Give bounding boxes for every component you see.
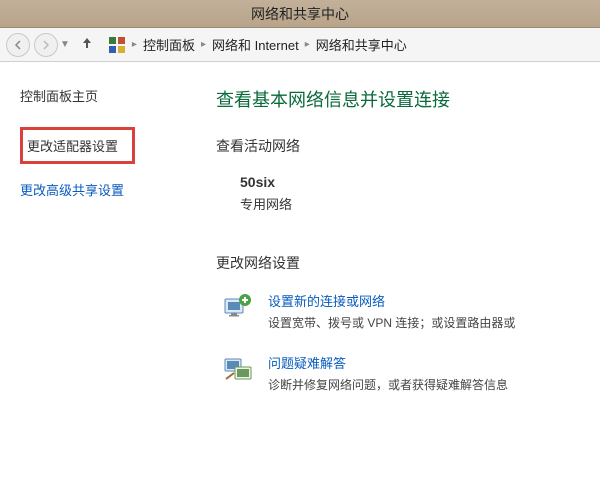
troubleshoot-icon <box>222 353 254 385</box>
window-title: 网络和共享中心 <box>251 4 349 24</box>
chevron-right-icon: ▸ <box>305 39 310 50</box>
sidebar-heading[interactable]: 控制面板主页 <box>20 86 190 105</box>
forward-button[interactable] <box>34 33 58 57</box>
chevron-right-icon: ▸ <box>201 39 206 50</box>
sidebar: 控制面板主页 更改适配器设置 更改高级共享设置 <box>0 62 200 500</box>
breadcrumb-item[interactable]: 控制面板 <box>143 35 195 54</box>
up-button[interactable] <box>78 36 96 53</box>
active-network-block: 50six 专用网络 <box>240 174 600 213</box>
content-area: 控制面板主页 更改适配器设置 更改高级共享设置 查看基本网络信息并设置连接 查看… <box>0 62 600 500</box>
page-title: 查看基本网络信息并设置连接 <box>216 86 600 112</box>
history-dropdown-icon[interactable]: ▼ <box>60 39 70 50</box>
sidebar-link-adapter-settings[interactable]: 更改适配器设置 <box>20 127 135 164</box>
network-name: 50six <box>240 174 600 190</box>
control-panel-icon <box>108 36 126 54</box>
setting-link-new-connection[interactable]: 设置新的连接或网络 <box>268 291 515 310</box>
sidebar-link-advanced-sharing[interactable]: 更改高级共享设置 <box>20 180 190 199</box>
setting-link-troubleshoot[interactable]: 问题疑难解答 <box>268 353 508 372</box>
chevron-right-icon: ▸ <box>132 39 137 50</box>
new-connection-icon <box>222 291 254 323</box>
sidebar-link-label: 更改适配器设置 <box>27 139 118 154</box>
setting-desc: 诊断并修复网络问题，或者获得疑难解答信息 <box>268 376 508 393</box>
setting-text: 问题疑难解答 诊断并修复网络问题，或者获得疑难解答信息 <box>268 353 508 393</box>
setting-row-new-connection: 设置新的连接或网络 设置宽带、拨号或 VPN 连接；或设置路由器或 <box>222 291 600 331</box>
setting-row-troubleshoot: 问题疑难解答 诊断并修复网络问题，或者获得疑难解答信息 <box>222 353 600 393</box>
active-networks-heading: 查看活动网络 <box>216 136 600 156</box>
sidebar-link-label: 更改高级共享设置 <box>20 183 124 198</box>
breadcrumb-item[interactable]: 网络和共享中心 <box>316 35 407 54</box>
breadcrumb-item[interactable]: 网络和 Internet <box>212 35 299 54</box>
network-type: 专用网络 <box>240 194 600 213</box>
main-panel: 查看基本网络信息并设置连接 查看活动网络 50six 专用网络 更改网络设置 设… <box>200 62 600 500</box>
setting-desc: 设置宽带、拨号或 VPN 连接；或设置路由器或 <box>268 314 515 331</box>
navigation-bar: ▼ ▸ 控制面板 ▸ 网络和 Internet ▸ 网络和共享中心 <box>0 28 600 62</box>
change-settings-heading: 更改网络设置 <box>216 253 600 273</box>
window-title-bar: 网络和共享中心 <box>0 0 600 28</box>
back-button[interactable] <box>6 33 30 57</box>
setting-text: 设置新的连接或网络 设置宽带、拨号或 VPN 连接；或设置路由器或 <box>268 291 515 331</box>
breadcrumb[interactable]: ▸ 控制面板 ▸ 网络和 Internet ▸ 网络和共享中心 <box>108 35 407 54</box>
